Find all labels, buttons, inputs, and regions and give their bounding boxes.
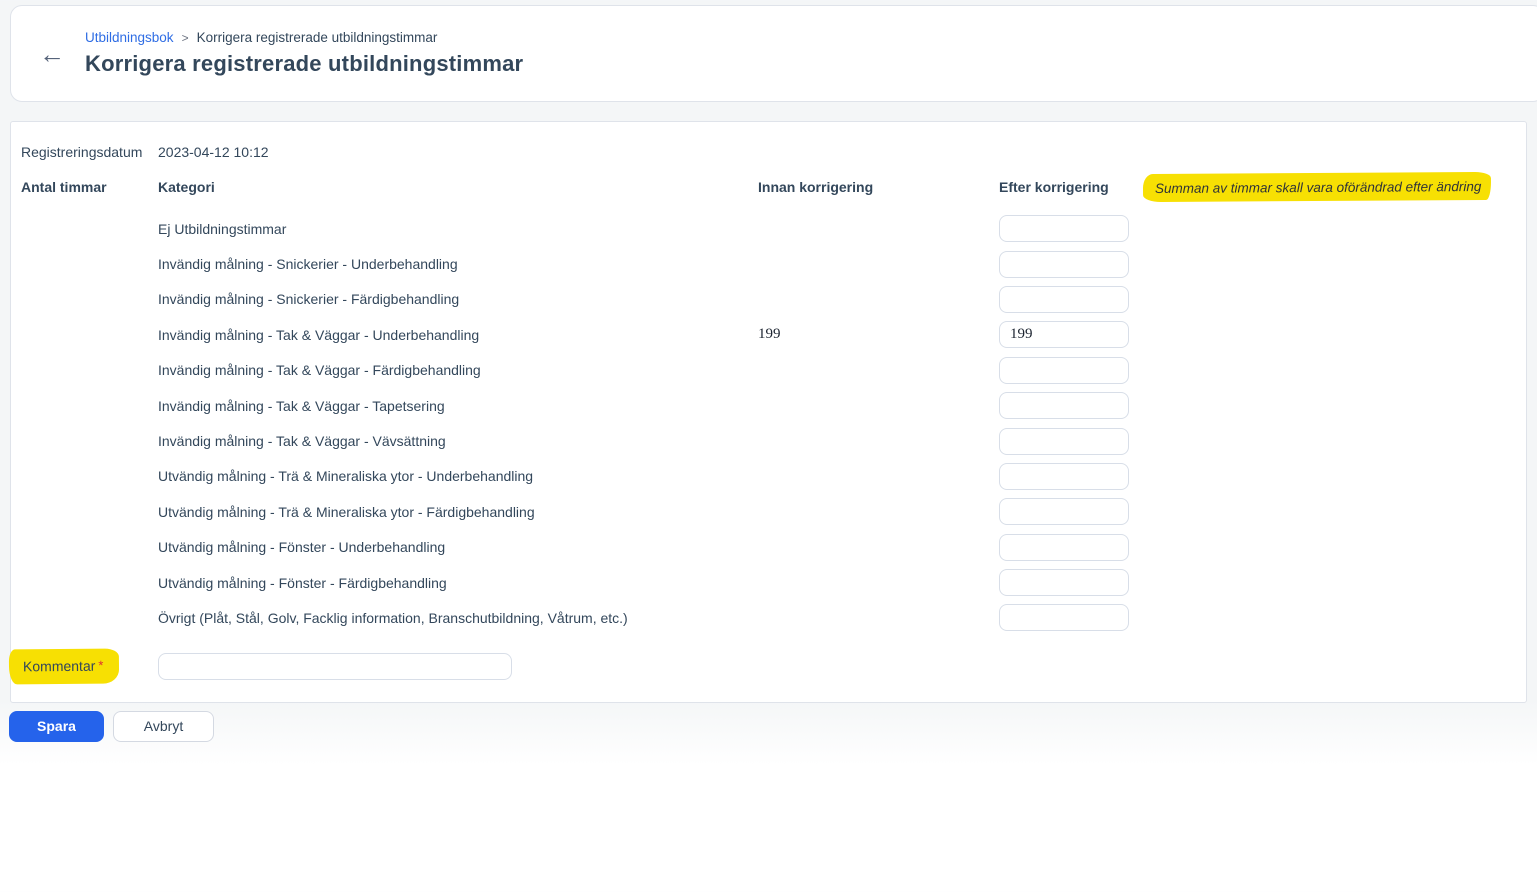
before-value: 199 <box>758 326 999 343</box>
category-label: Ej Utbildningstimmar <box>158 221 758 237</box>
column-header-after: Efter korrigering <box>999 179 1129 195</box>
after-input[interactable] <box>999 392 1129 419</box>
category-label: Invändig målning - Tak & Väggar - Tapets… <box>158 398 758 414</box>
after-cell <box>999 569 1129 596</box>
table-row: Utvändig målning - Fönster - Underbehand… <box>21 530 1516 565</box>
registration-date-value: 2023-04-12 10:12 <box>158 144 1516 160</box>
column-header-category: Kategori <box>158 179 758 195</box>
table-row: Invändig målning - Snickerier - Färdigbe… <box>21 282 1516 317</box>
after-input[interactable] <box>999 498 1129 525</box>
action-buttons: Spara Avbryt <box>9 711 1537 742</box>
breadcrumb-link-utbildningsbok[interactable]: Utbildningsbok <box>85 30 174 45</box>
comment-label: Kommentar <box>23 658 95 675</box>
column-header-hours: Antal timmar <box>21 179 158 195</box>
sum-unchanged-note: Summan av timmar skall vara oförändrad e… <box>1143 172 1492 202</box>
table-row: Invändig målning - Tak & Väggar - Färdig… <box>21 353 1516 388</box>
after-input[interactable] <box>999 463 1129 490</box>
after-input[interactable] <box>999 534 1129 561</box>
after-input[interactable] <box>999 428 1129 455</box>
after-cell <box>999 215 1129 242</box>
column-header-before: Innan korrigering <box>758 179 999 195</box>
registration-date-label: Registreringsdatum <box>21 144 158 160</box>
header-text-block: Utbildningsbok > Korrigera registrerade … <box>85 30 523 77</box>
category-label: Utvändig målning - Fönster - Underbehand… <box>158 539 758 555</box>
breadcrumb: Utbildningsbok > Korrigera registrerade … <box>85 30 523 45</box>
table-row: Övrigt (Plåt, Stål, Golv, Facklig inform… <box>21 600 1516 635</box>
category-label: Invändig målning - Snickerier - Färdigbe… <box>158 291 758 307</box>
after-cell <box>999 463 1129 490</box>
category-label: Utvändig målning - Fönster - Färdigbehan… <box>158 575 758 591</box>
comment-row: Kommentar* <box>21 648 1516 686</box>
after-cell <box>999 534 1129 561</box>
category-label: Utvändig målning - Trä & Mineraliska yto… <box>158 504 758 520</box>
after-input[interactable] <box>999 321 1129 348</box>
after-input[interactable] <box>999 215 1129 242</box>
category-label: Invändig målning - Tak & Väggar - Underb… <box>158 327 758 343</box>
after-cell <box>999 604 1129 631</box>
table-row: Utvändig målning - Trä & Mineraliska yto… <box>21 459 1516 494</box>
after-input[interactable] <box>999 569 1129 596</box>
category-label: Invändig målning - Tak & Väggar - Färdig… <box>158 362 758 378</box>
table-row: Invändig målning - Snickerier - Underbeh… <box>21 246 1516 281</box>
save-button[interactable]: Spara <box>9 711 104 742</box>
registration-date-row: Registreringsdatum 2023-04-12 10:12 <box>21 142 1516 162</box>
after-cell <box>999 321 1129 348</box>
page-header-card: ← Utbildningsbok > Korrigera registrerad… <box>10 5 1537 102</box>
category-label: Invändig målning - Snickerier - Underbeh… <box>158 256 758 272</box>
table-row: Utvändig målning - Trä & Mineraliska yto… <box>21 494 1516 529</box>
form-card: Registreringsdatum 2023-04-12 10:12 Anta… <box>10 121 1527 703</box>
table-row: Invändig målning - Tak & Väggar - Vävsät… <box>21 423 1516 458</box>
table-row: Ej Utbildningstimmar <box>21 211 1516 246</box>
table-row: Utvändig målning - Fönster - Färdigbehan… <box>21 565 1516 600</box>
category-rows: Ej Utbildningstimmar Invändig målning - … <box>21 211 1516 636</box>
page-title: Korrigera registrerade utbildningstimmar <box>85 51 523 77</box>
category-label: Övrigt (Plåt, Stål, Golv, Facklig inform… <box>158 610 758 626</box>
after-input[interactable] <box>999 286 1129 313</box>
breadcrumb-current: Korrigera registrerade utbildningstimmar <box>197 30 438 45</box>
table-header-row: Antal timmar Kategori Innan korrigering … <box>21 179 1516 203</box>
after-cell <box>999 357 1129 384</box>
back-arrow-icon[interactable]: ← <box>39 41 65 67</box>
after-cell <box>999 498 1129 525</box>
cancel-button[interactable]: Avbryt <box>113 711 214 742</box>
table-row: Invändig målning - Tak & Väggar - Tapets… <box>21 388 1516 423</box>
comment-input[interactable] <box>158 653 512 680</box>
after-input[interactable] <box>999 604 1129 631</box>
breadcrumb-separator: > <box>182 31 189 45</box>
after-cell <box>999 251 1129 278</box>
category-label: Invändig målning - Tak & Väggar - Vävsät… <box>158 433 758 449</box>
after-cell <box>999 428 1129 455</box>
after-input[interactable] <box>999 357 1129 384</box>
after-input[interactable] <box>999 251 1129 278</box>
after-cell <box>999 392 1129 419</box>
category-label: Utvändig målning - Trä & Mineraliska yto… <box>158 468 758 484</box>
required-asterisk: * <box>98 658 103 673</box>
table-row: Invändig målning - Tak & Väggar - Underb… <box>21 317 1516 352</box>
after-cell <box>999 286 1129 313</box>
comment-label-highlight: Kommentar* <box>9 649 120 685</box>
